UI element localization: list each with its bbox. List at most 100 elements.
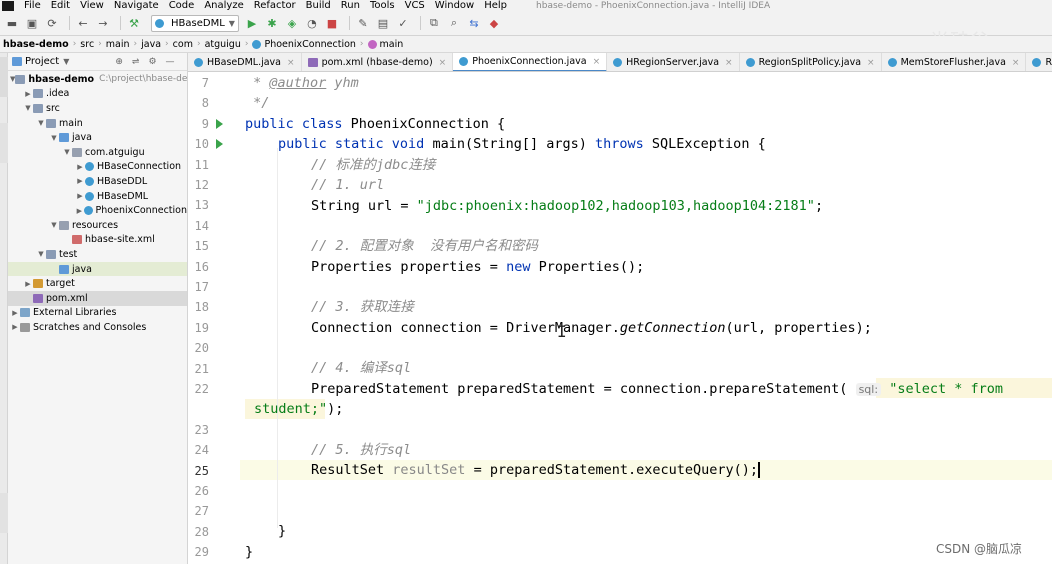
tree-item[interactable]: pom.xml [8, 290, 187, 306]
tree-item[interactable]: ▶ .idea [8, 87, 187, 102]
menu-file[interactable]: File [19, 0, 46, 11]
hide-icon[interactable]: — [166, 57, 175, 67]
project-structure-icon[interactable]: ▤ [375, 15, 391, 31]
project-panel-title[interactable]: Project [25, 56, 59, 67]
code-editor[interactable]: 7 8 9 10 11 12 13 14 15 16 17 18 19 20 21 22 23 24 25 26 27 2… [188, 72, 1052, 564]
open-folder-icon[interactable]: ▬ [4, 15, 20, 31]
line-number[interactable]: 14 [188, 216, 209, 236]
editor-tab[interactable]: HRegionServer.java × [607, 53, 740, 71]
translate-icon[interactable]: ⇆ [466, 15, 482, 31]
menu-refactor[interactable]: Refactor [249, 0, 301, 11]
tree-item[interactable]: ▼ src [8, 101, 187, 116]
layout-icon[interactable]: ⧉ [426, 15, 442, 31]
menu-run[interactable]: Run [336, 0, 365, 11]
close-tab-icon[interactable]: × [287, 58, 295, 68]
sync-icon[interactable]: ⟳ [44, 15, 60, 31]
chevron-down-icon[interactable]: ▼ [62, 148, 72, 156]
save-all-icon[interactable]: ▣ [24, 15, 40, 31]
menu-vcs[interactable]: VCS [400, 0, 430, 11]
chevron-right-icon[interactable]: ▶ [23, 90, 33, 98]
tree-item[interactable]: ▼ test [8, 247, 187, 262]
breadcrumb-item[interactable]: java › [141, 39, 173, 50]
breadcrumb-item[interactable]: com › [173, 39, 205, 50]
menu-edit[interactable]: Edit [46, 0, 75, 11]
chevron-right-icon[interactable]: ▶ [10, 323, 20, 331]
chevron-down-icon[interactable]: ▼ [49, 134, 59, 142]
line-number[interactable]: 11 [188, 155, 209, 175]
chevron-down-icon[interactable]: ▼ [36, 250, 46, 258]
line-number[interactable]: 26 [188, 481, 209, 501]
line-number[interactable]: 12 [188, 175, 209, 195]
debug-icon[interactable]: ✱ [264, 15, 280, 31]
tree-item[interactable]: ▶ PhoenixConnection [8, 203, 187, 218]
tree-item[interactable]: ▶ External Libraries [8, 306, 187, 321]
line-number[interactable]: 19 [188, 318, 209, 338]
close-tab-icon[interactable]: × [439, 58, 447, 68]
close-tab-icon[interactable]: × [1012, 58, 1020, 68]
tree-item[interactable]: ▼ hbase-demo C:\project\hbase-dem [8, 72, 187, 87]
chevron-right-icon[interactable]: ▶ [75, 177, 85, 185]
line-number[interactable]: 20 [188, 338, 209, 358]
menu-help[interactable]: Help [479, 0, 512, 11]
editor-tab[interactable]: RegionServerAccoun [1026, 53, 1052, 71]
line-number[interactable]: 25 [188, 461, 209, 481]
chevron-down-icon[interactable]: ▼ [49, 221, 59, 229]
menu-view[interactable]: View [75, 0, 109, 11]
editor-tab[interactable]: MemStoreFlusher.java × [882, 53, 1027, 71]
line-number[interactable]: 17 [188, 277, 209, 297]
profile-icon[interactable]: ◔ [304, 15, 320, 31]
wrench-icon[interactable]: ✎ [355, 15, 371, 31]
run-icon[interactable]: ▶ [244, 15, 260, 31]
line-number[interactable]: 18 [188, 297, 209, 317]
line-number[interactable]: 13 [188, 195, 209, 215]
line-number[interactable]: 10 [188, 134, 209, 154]
tree-item[interactable]: java [8, 261, 187, 277]
line-number[interactable]: 9 [188, 114, 209, 134]
run-with-coverage-icon[interactable]: ◈ [284, 15, 300, 31]
run-gutter-icon[interactable] [216, 118, 223, 129]
plugin-icon[interactable]: ◆ [486, 15, 502, 31]
structure-tool-button[interactable] [0, 123, 8, 163]
menu-tools[interactable]: Tools [365, 0, 400, 11]
tree-item[interactable]: ▼ java [8, 130, 187, 145]
line-number[interactable]: 21 [188, 359, 209, 379]
favorites-tool-button[interactable] [0, 493, 8, 533]
tree-item[interactable]: ▼ main [8, 116, 187, 131]
line-number[interactable]: 29 [188, 542, 209, 562]
tree-item[interactable]: ▶ HBaseDML [8, 189, 187, 204]
build-hammer-icon[interactable]: ⚒ [126, 15, 142, 31]
close-tab-icon[interactable]: × [867, 58, 875, 68]
tree-item[interactable]: ▶ Scratches and Consoles [8, 320, 187, 335]
menu-window[interactable]: Window [430, 0, 479, 11]
breadcrumb-item[interactable]: atguigu › [205, 39, 253, 50]
tree-item[interactable]: ▶ target [8, 276, 187, 291]
project-tool-button[interactable] [0, 57, 8, 97]
line-number[interactable]: 7 [188, 73, 209, 93]
collapse-all-icon[interactable]: ⇌ [132, 57, 140, 67]
editor-tab[interactable]: PhoenixConnection.java × [453, 53, 608, 71]
close-tab-icon[interactable]: × [725, 58, 733, 68]
tree-item[interactable]: ▼ resources [8, 218, 187, 233]
editor-tab[interactable]: RegionSplitPolicy.java × [740, 53, 882, 71]
menu-build[interactable]: Build [301, 0, 336, 11]
chevron-right-icon[interactable]: ▶ [75, 192, 85, 200]
close-tab-icon[interactable]: × [593, 57, 601, 67]
chevron-right-icon[interactable]: ▶ [23, 280, 33, 288]
breadcrumb-item[interactable]: src › [80, 39, 105, 50]
menu-analyze[interactable]: Analyze [199, 0, 248, 11]
search-icon[interactable]: ⌕ [446, 15, 462, 31]
line-number[interactable]: 27 [188, 501, 209, 521]
stop-icon[interactable]: ■ [324, 15, 340, 31]
editor-tab[interactable]: pom.xml (hbase-demo) × [302, 53, 454, 71]
menu-code[interactable]: Code [164, 0, 200, 11]
chevron-right-icon[interactable]: ▶ [75, 163, 85, 171]
run-configuration-select[interactable]: HBaseDML ▼ [151, 14, 239, 32]
tree-item[interactable]: ▶ HBaseConnection [8, 160, 187, 175]
line-number[interactable]: 24 [188, 440, 209, 460]
breadcrumb-item[interactable]: PhoenixConnection › [252, 39, 367, 50]
breadcrumb-item[interactable]: hbase-demo › [3, 39, 80, 50]
line-number[interactable]: 23 [188, 420, 209, 440]
tree-item[interactable]: ▼ com.atguigu [8, 145, 187, 160]
chevron-down-icon[interactable]: ▼ [23, 104, 33, 112]
breadcrumb-item[interactable]: main › [106, 39, 141, 50]
